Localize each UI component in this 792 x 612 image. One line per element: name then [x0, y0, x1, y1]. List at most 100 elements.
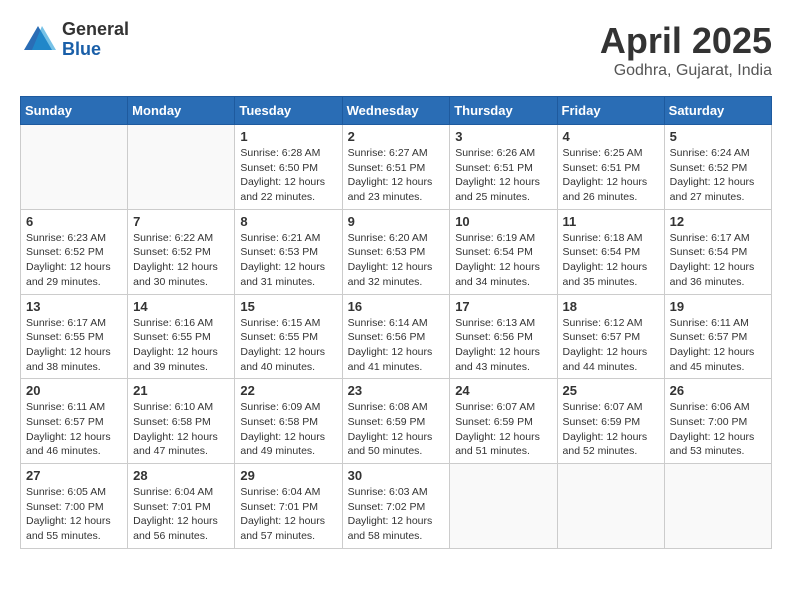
calendar-cell [664, 464, 771, 549]
day-info: Sunrise: 6:28 AM Sunset: 6:50 PM Dayligh… [240, 146, 336, 205]
calendar-cell: 8Sunrise: 6:21 AM Sunset: 6:53 PM Daylig… [235, 209, 342, 294]
logo: General Blue [20, 20, 129, 60]
calendar-week-row: 6 Sunrise: 6:23 AM Sunset: 6:52 PM Daylig… [21, 209, 772, 294]
day-number: 25 [563, 383, 659, 398]
calendar-cell: 12 Sunrise: 6:17 AM Sunset: 6:54 PM Dayli… [664, 209, 771, 294]
day-info: Sunrise: 6:07 AM Sunset: 6:59 PM Dayligh… [455, 400, 551, 459]
calendar-cell: 22 Sunrise: 6:09 AM Sunset: 6:58 PM Dayli… [235, 379, 342, 464]
logo-icon [20, 22, 56, 58]
calendar-cell: 5 Sunrise: 6:24 AM Sunset: 6:52 PM Daylig… [664, 125, 771, 210]
calendar-table: SundayMondayTuesdayWednesdayThursdayFrid… [20, 96, 772, 549]
day-number: 29 [240, 468, 336, 483]
logo-blue: Blue [62, 40, 129, 60]
day-number: 3 [455, 129, 551, 144]
day-info: Sunrise: 6:17 AM Sunset: 6:54 PM Dayligh… [670, 231, 766, 290]
calendar-cell: 27Sunrise: 6:05 AM Sunset: 7:00 PM Dayli… [21, 464, 128, 549]
day-number: 20 [26, 383, 122, 398]
day-info: Sunrise: 6:15 AM Sunset: 6:55 PM Dayligh… [240, 316, 336, 375]
day-info: Sunrise: 6:25 AM Sunset: 6:51 PM Dayligh… [563, 146, 659, 205]
day-info: Sunrise: 6:13 AM Sunset: 6:56 PM Dayligh… [455, 316, 551, 375]
day-info: Sunrise: 6:03 AM Sunset: 7:02 PM Dayligh… [348, 485, 445, 544]
day-info: Sunrise: 6:09 AM Sunset: 6:58 PM Dayligh… [240, 400, 336, 459]
calendar-cell: 10 Sunrise: 6:19 AM Sunset: 6:54 PM Dayli… [450, 209, 557, 294]
logo-text: General Blue [62, 20, 129, 60]
calendar-week-row: 13Sunrise: 6:17 AM Sunset: 6:55 PM Dayli… [21, 294, 772, 379]
day-info: Sunrise: 6:04 AM Sunset: 7:01 PM Dayligh… [240, 485, 336, 544]
day-number: 24 [455, 383, 551, 398]
calendar-cell: 13Sunrise: 6:17 AM Sunset: 6:55 PM Dayli… [21, 294, 128, 379]
month-title: April 2025 [600, 20, 772, 62]
day-info: Sunrise: 6:21 AM Sunset: 6:53 PM Dayligh… [240, 231, 336, 290]
weekday-header-sunday: Sunday [21, 97, 128, 125]
calendar-cell: 14Sunrise: 6:16 AM Sunset: 6:55 PM Dayli… [128, 294, 235, 379]
day-number: 12 [670, 214, 766, 229]
calendar-cell: 20 Sunrise: 6:11 AM Sunset: 6:57 PM Dayli… [21, 379, 128, 464]
day-number: 5 [670, 129, 766, 144]
calendar-cell: 1 Sunrise: 6:28 AM Sunset: 6:50 PM Daylig… [235, 125, 342, 210]
day-info: Sunrise: 6:07 AM Sunset: 6:59 PM Dayligh… [563, 400, 659, 459]
calendar-cell [557, 464, 664, 549]
day-info: Sunrise: 6:24 AM Sunset: 6:52 PM Dayligh… [670, 146, 766, 205]
day-info: Sunrise: 6:11 AM Sunset: 6:57 PM Dayligh… [26, 400, 122, 459]
day-info: Sunrise: 6:23 AM Sunset: 6:52 PM Dayligh… [26, 231, 122, 290]
calendar-cell: 18Sunrise: 6:12 AM Sunset: 6:57 PM Dayli… [557, 294, 664, 379]
day-info: Sunrise: 6:08 AM Sunset: 6:59 PM Dayligh… [348, 400, 445, 459]
day-number: 30 [348, 468, 445, 483]
weekday-header-saturday: Saturday [664, 97, 771, 125]
day-info: Sunrise: 6:18 AM Sunset: 6:54 PM Dayligh… [563, 231, 659, 290]
calendar-cell: 7Sunrise: 6:22 AM Sunset: 6:52 PM Daylig… [128, 209, 235, 294]
calendar-cell: 29 Sunrise: 6:04 AM Sunset: 7:01 PM Dayli… [235, 464, 342, 549]
calendar-cell: 23Sunrise: 6:08 AM Sunset: 6:59 PM Dayli… [342, 379, 450, 464]
calendar-cell: 4 Sunrise: 6:25 AM Sunset: 6:51 PM Daylig… [557, 125, 664, 210]
weekday-header-wednesday: Wednesday [342, 97, 450, 125]
day-number: 22 [240, 383, 336, 398]
calendar-cell: 15 Sunrise: 6:15 AM Sunset: 6:55 PM Dayli… [235, 294, 342, 379]
calendar-cell: 19 Sunrise: 6:11 AM Sunset: 6:57 PM Dayli… [664, 294, 771, 379]
day-number: 1 [240, 129, 336, 144]
calendar-cell: 17 Sunrise: 6:13 AM Sunset: 6:56 PM Dayli… [450, 294, 557, 379]
day-info: Sunrise: 6:06 AM Sunset: 7:00 PM Dayligh… [670, 400, 766, 459]
calendar-cell: 3Sunrise: 6:26 AM Sunset: 6:51 PM Daylig… [450, 125, 557, 210]
calendar-cell: 26 Sunrise: 6:06 AM Sunset: 7:00 PM Dayli… [664, 379, 771, 464]
day-number: 27 [26, 468, 122, 483]
day-info: Sunrise: 6:16 AM Sunset: 6:55 PM Dayligh… [133, 316, 229, 375]
calendar-week-row: 27Sunrise: 6:05 AM Sunset: 7:00 PM Dayli… [21, 464, 772, 549]
weekday-header-monday: Monday [128, 97, 235, 125]
calendar-cell: 11 Sunrise: 6:18 AM Sunset: 6:54 PM Dayli… [557, 209, 664, 294]
weekday-header-thursday: Thursday [450, 97, 557, 125]
calendar-cell: 25 Sunrise: 6:07 AM Sunset: 6:59 PM Dayli… [557, 379, 664, 464]
day-number: 10 [455, 214, 551, 229]
day-info: Sunrise: 6:20 AM Sunset: 6:53 PM Dayligh… [348, 231, 445, 290]
day-number: 11 [563, 214, 659, 229]
day-number: 26 [670, 383, 766, 398]
calendar-cell: 9 Sunrise: 6:20 AM Sunset: 6:53 PM Daylig… [342, 209, 450, 294]
day-info: Sunrise: 6:22 AM Sunset: 6:52 PM Dayligh… [133, 231, 229, 290]
day-number: 17 [455, 299, 551, 314]
weekday-header-row: SundayMondayTuesdayWednesdayThursdayFrid… [21, 97, 772, 125]
calendar-cell [450, 464, 557, 549]
day-number: 21 [133, 383, 229, 398]
day-number: 15 [240, 299, 336, 314]
day-number: 16 [348, 299, 445, 314]
calendar-cell: 6 Sunrise: 6:23 AM Sunset: 6:52 PM Daylig… [21, 209, 128, 294]
day-number: 18 [563, 299, 659, 314]
day-info: Sunrise: 6:17 AM Sunset: 6:55 PM Dayligh… [26, 316, 122, 375]
day-number: 4 [563, 129, 659, 144]
calendar-week-row: 1 Sunrise: 6:28 AM Sunset: 6:50 PM Daylig… [21, 125, 772, 210]
calendar-cell: 30 Sunrise: 6:03 AM Sunset: 7:02 PM Dayli… [342, 464, 450, 549]
day-info: Sunrise: 6:19 AM Sunset: 6:54 PM Dayligh… [455, 231, 551, 290]
day-number: 19 [670, 299, 766, 314]
day-number: 9 [348, 214, 445, 229]
title-block: April 2025 Godhra, Gujarat, India [600, 20, 772, 80]
day-info: Sunrise: 6:14 AM Sunset: 6:56 PM Dayligh… [348, 316, 445, 375]
day-number: 6 [26, 214, 122, 229]
page-header: General Blue April 2025 Godhra, Gujarat,… [20, 20, 772, 80]
calendar-cell: 21Sunrise: 6:10 AM Sunset: 6:58 PM Dayli… [128, 379, 235, 464]
day-info: Sunrise: 6:11 AM Sunset: 6:57 PM Dayligh… [670, 316, 766, 375]
calendar-cell: 2Sunrise: 6:27 AM Sunset: 6:51 PM Daylig… [342, 125, 450, 210]
day-number: 28 [133, 468, 229, 483]
calendar-week-row: 20 Sunrise: 6:11 AM Sunset: 6:57 PM Dayli… [21, 379, 772, 464]
calendar-cell [128, 125, 235, 210]
weekday-header-friday: Friday [557, 97, 664, 125]
calendar-cell: 28Sunrise: 6:04 AM Sunset: 7:01 PM Dayli… [128, 464, 235, 549]
